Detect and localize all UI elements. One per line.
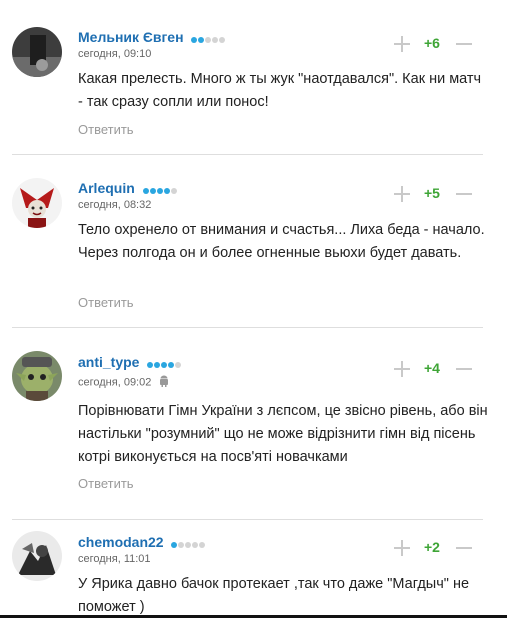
reply-link[interactable]: Ответить — [78, 295, 134, 310]
plus-icon[interactable] — [394, 186, 410, 202]
author-name-text[interactable]: Arlequin — [78, 180, 135, 196]
time-text: сегодня, 11:01 — [78, 553, 151, 565]
comments-feed: Мельник Євген сегодня, 09:10 +6 Какая пр… — [0, 0, 507, 618]
time-text: сегодня, 09:02 — [78, 376, 152, 389]
rank-dot — [154, 361, 161, 368]
comment-time: сегодня, 09:10 — [78, 48, 151, 60]
comment-text: У Ярика давно бачок протекает ,так что д… — [78, 576, 470, 615]
rank-dot — [161, 361, 168, 368]
comment-time: сегодня, 08:32 — [78, 199, 151, 211]
reply-link[interactable]: Ответить — [78, 122, 134, 137]
user-rank — [142, 181, 178, 197]
author-name[interactable]: Arlequin — [78, 180, 178, 197]
user-rank — [171, 535, 206, 551]
divider — [12, 154, 483, 155]
divider — [12, 327, 483, 328]
rank-dot — [147, 361, 154, 368]
time-text: сегодня, 08:32 — [78, 199, 152, 211]
user-rank — [147, 355, 182, 371]
comment-time: сегодня, 09:02 — [78, 375, 169, 390]
author-name-text[interactable]: chemodan22 — [78, 534, 164, 550]
android-icon — [159, 375, 169, 390]
minus-icon[interactable] — [456, 36, 472, 52]
author-name[interactable]: chemodan22 — [78, 534, 206, 551]
rank-dot — [198, 36, 205, 43]
rank-dot — [142, 187, 149, 194]
rank-dot — [212, 36, 219, 43]
plus-icon[interactable] — [394, 540, 410, 556]
minus-icon[interactable] — [456, 540, 472, 556]
comment-text: Порівнювати Гімн України з лєпсом, це зв… — [78, 403, 488, 465]
comment-text: Какая прелесть. Много ж ты жук "наотдава… — [78, 71, 482, 110]
rank-dot — [149, 187, 156, 194]
rank-dot — [163, 187, 170, 194]
vote-score: +4 — [424, 360, 440, 376]
rank-dot — [178, 541, 185, 548]
rank-dot — [192, 541, 199, 548]
avatar[interactable] — [12, 27, 62, 77]
user-rank — [191, 30, 226, 46]
plus-icon[interactable] — [394, 361, 410, 377]
vote-score: +2 — [424, 539, 440, 555]
rank-dot — [168, 361, 175, 368]
comment-text: Тело охренело от внимания и счастья... Л… — [78, 222, 485, 261]
vote-score: +6 — [424, 35, 440, 51]
rank-dot — [185, 541, 192, 548]
minus-icon[interactable] — [456, 361, 472, 377]
comment-time: сегодня, 11:01 — [78, 553, 151, 565]
avatar[interactable] — [12, 178, 62, 228]
rank-dot — [219, 36, 226, 43]
divider — [12, 519, 483, 520]
rank-dot — [171, 541, 178, 548]
rank-dot — [205, 36, 212, 43]
author-name-text[interactable]: Мельник Євген — [78, 29, 184, 45]
rank-dot — [199, 541, 206, 548]
author-name[interactable]: anti_type — [78, 354, 182, 371]
author-name[interactable]: Мельник Євген — [78, 29, 226, 46]
reply-link[interactable]: Ответить — [78, 476, 134, 491]
plus-icon[interactable] — [394, 36, 410, 52]
author-name-text[interactable]: anti_type — [78, 354, 139, 370]
avatar[interactable] — [12, 351, 62, 401]
minus-icon[interactable] — [456, 186, 472, 202]
rank-dot — [156, 187, 163, 194]
rank-dot — [191, 36, 198, 43]
vote-score: +5 — [424, 185, 440, 201]
rank-dot — [175, 361, 182, 368]
rank-dot — [170, 187, 177, 194]
avatar[interactable] — [12, 531, 62, 581]
time-text: сегодня, 09:10 — [78, 48, 152, 60]
